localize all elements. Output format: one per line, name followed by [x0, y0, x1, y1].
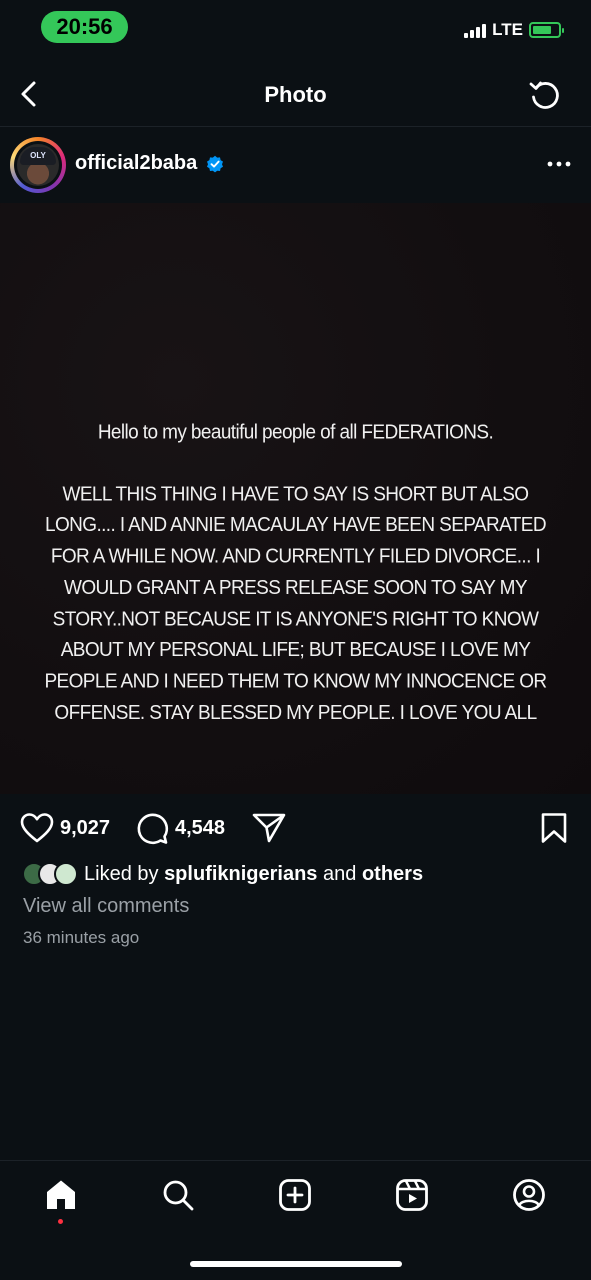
save-icon[interactable] [540, 812, 568, 844]
liked-by-user[interactable]: splufiknigerians [164, 863, 317, 885]
status-time: 20:56 [41, 11, 128, 43]
post-body: WELL THIS THING I HAVE TO SAY IS SHORT B… [44, 483, 547, 724]
liker-avatar [54, 862, 78, 886]
post-text: Hello to my beautiful people of all FEDE… [26, 418, 565, 729]
verified-badge-icon [207, 155, 223, 173]
home-notification-dot [58, 1219, 63, 1224]
likes-count[interactable]: 9,027 [60, 817, 110, 840]
battery-icon [529, 22, 564, 38]
signal-icon [464, 22, 487, 38]
avatar[interactable]: OLY [10, 137, 66, 193]
refresh-button[interactable] [527, 78, 563, 114]
comment-group: 4,548 [135, 811, 225, 845]
like-group: 9,027 [20, 811, 110, 845]
header-divider [0, 126, 591, 127]
page-title: Photo [264, 82, 327, 107]
post-timestamp: 36 minutes ago [23, 928, 140, 947]
post-greeting: Hello to my beautiful people of all FEDE… [97, 421, 494, 444]
liked-by-text: Liked by splufiknigerians and others [84, 863, 423, 886]
liked-by-row[interactable]: Liked by splufiknigerians and others [22, 862, 423, 886]
profile-icon[interactable] [512, 1178, 546, 1212]
share-icon[interactable] [252, 812, 286, 844]
search-icon[interactable] [161, 1178, 195, 1212]
more-options-icon[interactable] [546, 155, 572, 173]
comments-count[interactable]: 4,548 [175, 817, 225, 840]
status-indicators: LTE [464, 20, 564, 40]
post-image[interactable]: Hello to my beautiful people of all FEDE… [0, 203, 591, 794]
home-indicator [190, 1261, 402, 1267]
username[interactable]: official2baba [75, 152, 197, 175]
avatar-cap-text: OLY [20, 147, 56, 165]
reels-icon[interactable] [395, 1178, 429, 1212]
liked-by-and: and [323, 862, 357, 885]
create-icon[interactable] [278, 1178, 312, 1212]
nav-divider [0, 1160, 591, 1161]
network-type: LTE [492, 20, 523, 39]
heart-icon[interactable] [20, 812, 54, 844]
home-icon[interactable] [44, 1178, 78, 1212]
view-all-comments-link[interactable]: View all comments [23, 895, 189, 918]
liked-by-others[interactable]: others [362, 863, 423, 885]
comment-icon[interactable] [135, 811, 169, 845]
liked-by-prefix: Liked by [84, 862, 159, 885]
